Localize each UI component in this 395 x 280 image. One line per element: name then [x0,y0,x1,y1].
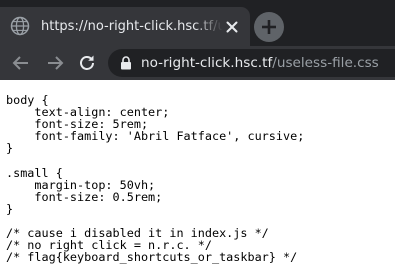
css-source: body { text-align: center; font-size: 5r… [6,94,304,263]
tab-title: https://no-right-click.hsc.tf/useless-fi… [41,19,223,34]
new-tab-button[interactable] [254,12,284,42]
code-line: font-family: 'Abril Fatface', cursive; [6,129,305,144]
code-line: font-size: 0.5rem; [6,189,163,204]
page-content: body { text-align: center; font-size: 5r… [0,80,395,280]
browser-toolbar: no-right-click.hsc.tf/useless-file.css [0,46,395,80]
arrow-right-icon[interactable] [44,52,66,74]
url-text: no-right-click.hsc.tf/useless-file.css [141,54,379,72]
code-line: /* flag{keyboard_shortcuts_or_taskbar} *… [6,250,298,265]
url-path: /useless-file.css [272,55,379,71]
reload-icon[interactable] [76,52,98,74]
tab-strip: https://no-right-click.hsc.tf/useless-fi… [0,0,395,46]
code-line: margin-top: 50vh; [6,177,156,192]
browser-window: https://no-right-click.hsc.tf/useless-fi… [0,0,395,280]
lock-icon[interactable] [120,56,132,70]
close-icon[interactable] [224,19,240,35]
code-line: } [6,141,14,156]
code-line: .small { [6,165,63,180]
plus-icon [262,20,276,34]
active-tab[interactable]: https://no-right-click.hsc.tf/useless-fi… [0,7,250,46]
url-host: no-right-click.hsc.tf [141,55,273,71]
globe-icon [10,16,30,36]
code-line: } [6,201,14,216]
arrow-left-icon[interactable] [10,52,32,74]
address-bar[interactable]: no-right-click.hsc.tf/useless-file.css [108,49,395,77]
